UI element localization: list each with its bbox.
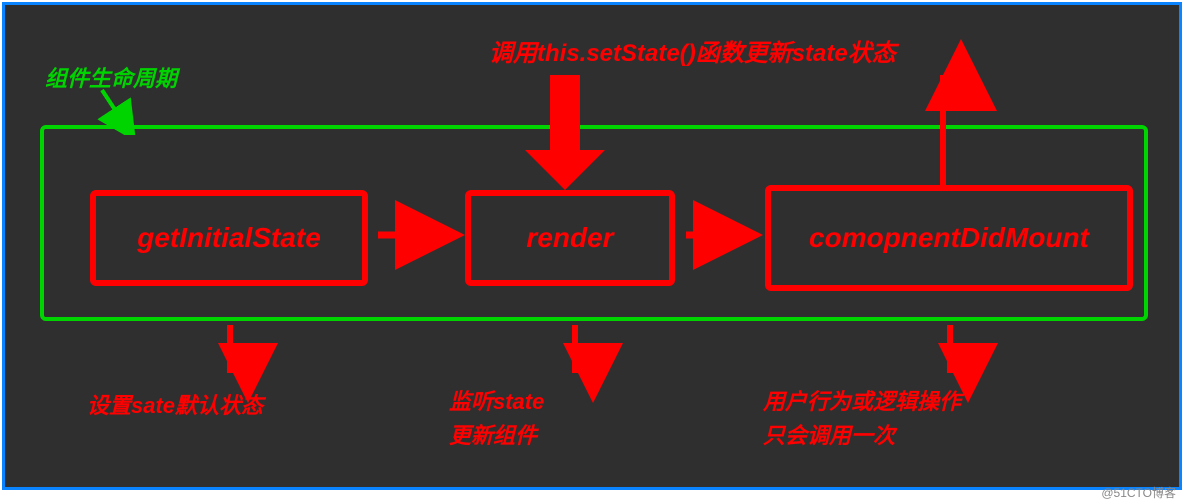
- box-getInitialState: getInitialState: [90, 190, 368, 286]
- watermark: @51CTO博客: [1101, 484, 1176, 501]
- arrow-down-2: [560, 325, 590, 385]
- desc-componentDidMount: 用户行为或逻辑操作只会调用一次: [763, 385, 961, 453]
- arrow-render-to-cdm: [681, 220, 761, 250]
- arrow-gis-to-render: [373, 220, 463, 250]
- box-label: comopnentDidMount: [809, 222, 1089, 254]
- box-render: render: [465, 190, 675, 286]
- arrow-down-3: [935, 325, 965, 385]
- arrow-cdm-to-setstate: [923, 65, 963, 190]
- box-label: render: [526, 222, 613, 254]
- diagram-canvas: 组件生命周期 getInitialState render comopnentD…: [2, 2, 1182, 490]
- desc-render: 监听state更新组件: [449, 385, 544, 453]
- desc-getInitialState: 设置sate默认状态: [87, 389, 263, 423]
- arrow-setstate-to-render: [505, 65, 625, 195]
- arrow-down-1: [215, 325, 245, 385]
- box-label: getInitialState: [137, 222, 321, 254]
- box-componentDidMount: comopnentDidMount: [765, 185, 1133, 291]
